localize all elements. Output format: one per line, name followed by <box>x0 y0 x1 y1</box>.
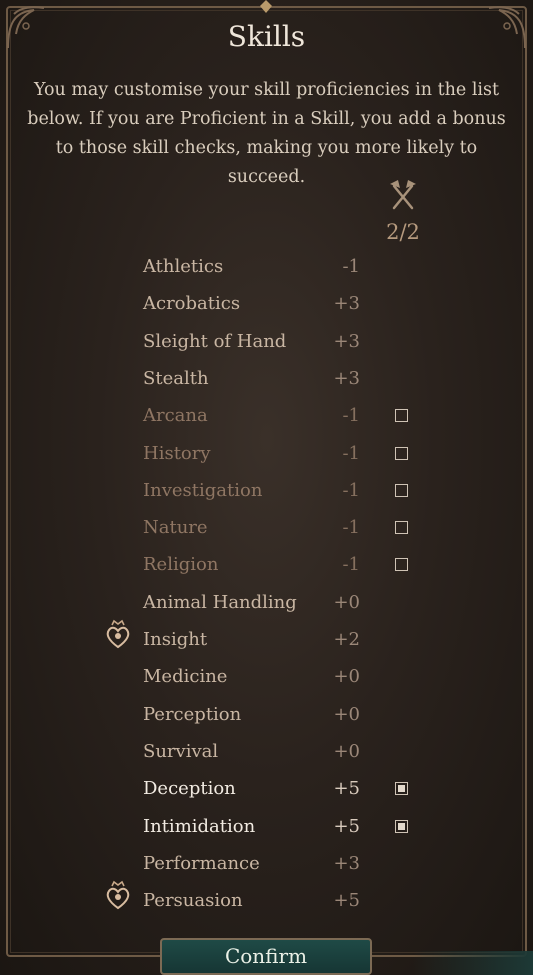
skill-modifier: +3 <box>333 367 360 389</box>
skill-modifier: -1 <box>342 442 360 464</box>
skill-row: Sleight of Hand +3 <box>0 327 533 357</box>
skills-description: You may customise your skill proficienci… <box>27 80 506 187</box>
proficiency-checkbox[interactable] <box>395 782 408 796</box>
skill-name: Deception <box>143 778 236 800</box>
skill-row: Insight +2 <box>0 619 533 655</box>
proficiency-checkbox[interactable] <box>395 409 408 423</box>
skill-name: Acrobatics <box>143 293 241 315</box>
skill-modifier: +0 <box>333 591 360 613</box>
skill-row: Survival +0 <box>0 737 533 767</box>
skill-name: Nature <box>143 517 208 539</box>
proficiency-checkbox[interactable] <box>395 483 408 497</box>
skill-row[interactable]: History -1 <box>0 439 533 469</box>
skill-modifier: -1 <box>342 517 360 539</box>
skill-row[interactable]: Nature -1 <box>0 513 533 543</box>
skill-row[interactable]: Religion -1 <box>0 550 533 580</box>
skill-modifier: +5 <box>333 890 360 912</box>
proficiency-checkbox[interactable] <box>395 558 408 572</box>
skill-row: Stealth +3 <box>0 364 533 394</box>
proficiency-checkbox[interactable] <box>395 819 408 833</box>
skill-row[interactable]: Intimidation +5 <box>0 812 533 842</box>
proficiency-heart-icon <box>106 880 130 910</box>
skill-modifier: +2 <box>333 629 360 650</box>
skill-modifier: -1 <box>342 479 360 501</box>
skill-name: Animal Handling <box>143 591 297 613</box>
skill-row: Perception +0 <box>0 700 533 730</box>
skill-name: Survival <box>143 740 219 762</box>
skill-row: Performance +3 <box>0 849 533 879</box>
skill-name: Religion <box>143 554 219 576</box>
skill-modifier: +3 <box>333 293 360 315</box>
skill-name: Persuasion <box>143 890 243 912</box>
skill-row: Acrobatics +3 <box>0 289 533 319</box>
skill-modifier: +3 <box>333 330 360 352</box>
confirm-button[interactable]: Confirm <box>160 938 372 975</box>
crossed-axes-icon <box>390 180 416 210</box>
skill-modifier: +0 <box>333 666 360 688</box>
skill-row: Athletics -1 <box>0 252 533 282</box>
skill-name: Stealth <box>143 367 209 389</box>
skill-row: Persuasion +5 <box>0 880 533 916</box>
skill-name: Performance <box>143 852 260 874</box>
skills-panel: Skills You may customise your skill prof… <box>0 0 533 975</box>
skill-name: History <box>143 442 211 464</box>
skill-modifier: +0 <box>333 740 360 762</box>
proficiency-counter: 2/2 <box>386 220 420 244</box>
skill-row[interactable]: Arcana -1 <box>0 401 533 431</box>
skill-modifier: -1 <box>342 405 360 427</box>
proficiency-checkbox[interactable] <box>395 446 408 460</box>
top-diamond-icon <box>260 0 272 13</box>
skill-row: Animal Handling +0 <box>0 588 533 618</box>
proficiency-heart-icon <box>106 619 130 649</box>
background-foliage <box>413 951 533 975</box>
skill-modifier: +3 <box>333 852 360 874</box>
skill-modifier: +5 <box>333 778 360 800</box>
skill-name: Athletics <box>143 256 224 277</box>
skill-row[interactable]: Deception +5 <box>0 774 533 804</box>
skill-modifier: +0 <box>333 703 360 725</box>
skill-name: Insight <box>143 629 208 650</box>
skill-row[interactable]: Investigation -1 <box>0 476 533 506</box>
skill-name: Sleight of Hand <box>143 330 287 352</box>
skill-modifier: -1 <box>342 256 360 277</box>
skill-name: Intimidation <box>143 815 256 837</box>
skill-name: Arcana <box>143 405 208 427</box>
skill-modifier: +5 <box>333 815 360 837</box>
proficiency-checkbox[interactable] <box>395 521 408 535</box>
skill-modifier: -1 <box>342 554 360 576</box>
skill-name: Perception <box>143 703 242 725</box>
skill-row: Medicine +0 <box>0 662 533 692</box>
skill-name: Investigation <box>143 479 263 501</box>
skill-name: Medicine <box>143 666 228 688</box>
page-title: Skills <box>227 20 306 53</box>
